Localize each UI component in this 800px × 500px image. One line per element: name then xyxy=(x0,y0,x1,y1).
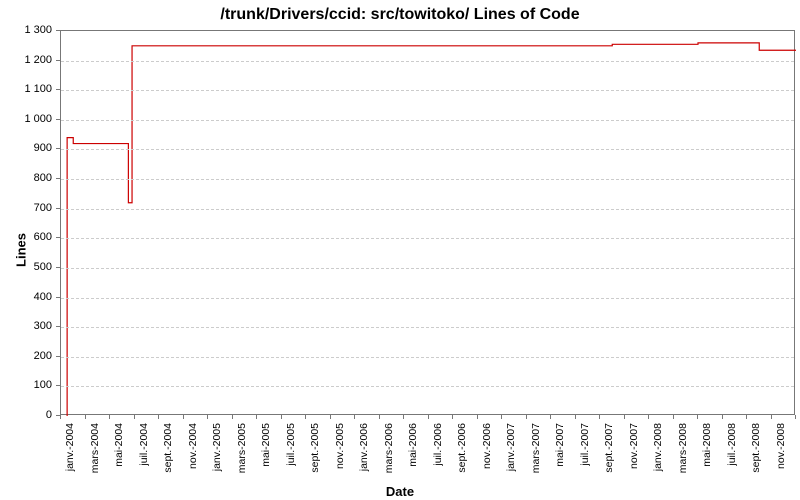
series-svg xyxy=(61,31,796,416)
xtick-label: nov.-2007 xyxy=(628,423,640,493)
ytick-label: 200 xyxy=(0,350,52,362)
xtick-label: juil.-2005 xyxy=(285,423,297,493)
xtick-label: juil.-2008 xyxy=(726,423,738,493)
xtick-label: sept.-2007 xyxy=(603,423,615,493)
ytick-label: 1 300 xyxy=(0,24,52,36)
xtick-label: nov.-2008 xyxy=(775,423,787,493)
ytick-label: 100 xyxy=(0,379,52,391)
xtick-label: sept.-2008 xyxy=(750,423,762,493)
xtick-label: mars-2005 xyxy=(236,423,248,493)
xtick-label: mars-2008 xyxy=(677,423,689,493)
xtick-label: mai-2008 xyxy=(701,423,713,493)
xtick-label: janv.-2006 xyxy=(358,423,370,493)
xtick-label: sept.-2005 xyxy=(309,423,321,493)
xtick-label: mai-2004 xyxy=(113,423,125,493)
xtick-label: juil.-2006 xyxy=(432,423,444,493)
xtick-label: janv.-2004 xyxy=(64,423,76,493)
xtick-label: janv.-2008 xyxy=(652,423,664,493)
ytick-label: 700 xyxy=(0,202,52,214)
xtick-label: nov.-2004 xyxy=(187,423,199,493)
ytick-label: 0 xyxy=(0,409,52,421)
loc-chart: /trunk/Drivers/ccid: src/towitoko/ Lines… xyxy=(0,0,800,500)
ytick-label: 500 xyxy=(0,261,52,273)
xtick-label: nov.-2005 xyxy=(334,423,346,493)
plot-area xyxy=(60,30,795,415)
series-line xyxy=(67,43,796,416)
ytick-label: 900 xyxy=(0,142,52,154)
xtick-label: mars-2007 xyxy=(530,423,542,493)
xtick-label: janv.-2007 xyxy=(505,423,517,493)
ytick-label: 1 000 xyxy=(0,113,52,125)
ytick-label: 800 xyxy=(0,172,52,184)
ytick-label: 600 xyxy=(0,231,52,243)
ytick-label: 1 200 xyxy=(0,54,52,66)
xtick-label: janv.-2005 xyxy=(211,423,223,493)
ytick-label: 1 100 xyxy=(0,83,52,95)
xtick-label: sept.-2004 xyxy=(162,423,174,493)
ytick-label: 300 xyxy=(0,320,52,332)
xtick-label: mai-2007 xyxy=(554,423,566,493)
xtick-label: mars-2004 xyxy=(89,423,101,493)
xtick-label: mai-2005 xyxy=(260,423,272,493)
xtick-label: nov.-2006 xyxy=(481,423,493,493)
xtick-label: juil.-2004 xyxy=(138,423,150,493)
xtick-label: mai-2006 xyxy=(407,423,419,493)
chart-title: /trunk/Drivers/ccid: src/towitoko/ Lines… xyxy=(0,6,800,24)
xtick-label: mars-2006 xyxy=(383,423,395,493)
xtick-label: sept.-2006 xyxy=(456,423,468,493)
ytick-label: 400 xyxy=(0,291,52,303)
xtick-label: juil.-2007 xyxy=(579,423,591,493)
